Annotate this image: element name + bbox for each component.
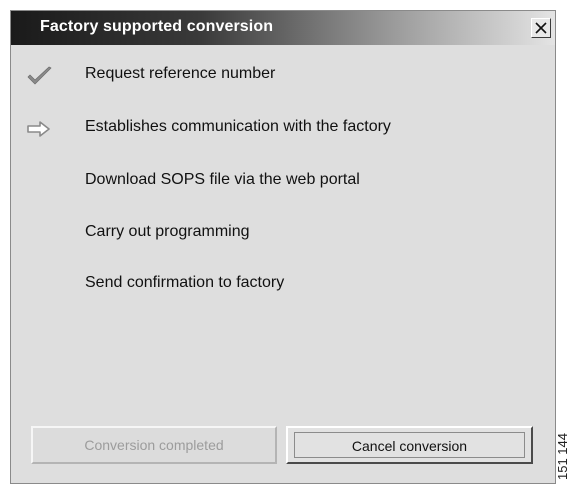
factory-conversion-dialog: Factory supported conversion Request ref… — [10, 10, 556, 484]
cancel-conversion-button[interactable]: Cancel conversion — [286, 426, 533, 464]
dialog-title: Factory supported conversion — [40, 18, 274, 35]
step-establish-communication: Establishes communication with the facto… — [11, 114, 555, 144]
step-label: Send confirmation to factory — [85, 274, 285, 291]
conversion-completed-button[interactable]: Conversion completed — [31, 426, 277, 464]
close-icon — [535, 22, 547, 34]
dialog-titlebar: Factory supported conversion — [11, 11, 555, 45]
step-label: Request reference number — [85, 65, 276, 82]
arrow-right-icon — [25, 118, 55, 140]
step-label: Download SOPS file via the web portal — [85, 171, 360, 188]
close-button[interactable] — [531, 18, 551, 38]
step-carry-out-programming: Carry out programming — [11, 219, 555, 249]
step-send-confirmation: Send confirmation to factory — [11, 270, 555, 300]
button-focus-ring: Cancel conversion — [294, 432, 525, 458]
step-label: Establishes communication with the facto… — [85, 118, 391, 135]
step-request-reference: Request reference number — [11, 61, 555, 91]
step-label: Carry out programming — [85, 223, 250, 240]
checkmark-icon — [25, 65, 55, 87]
figure-code: 151 144 — [555, 433, 570, 480]
step-download-sops: Download SOPS file via the web portal — [11, 167, 555, 197]
